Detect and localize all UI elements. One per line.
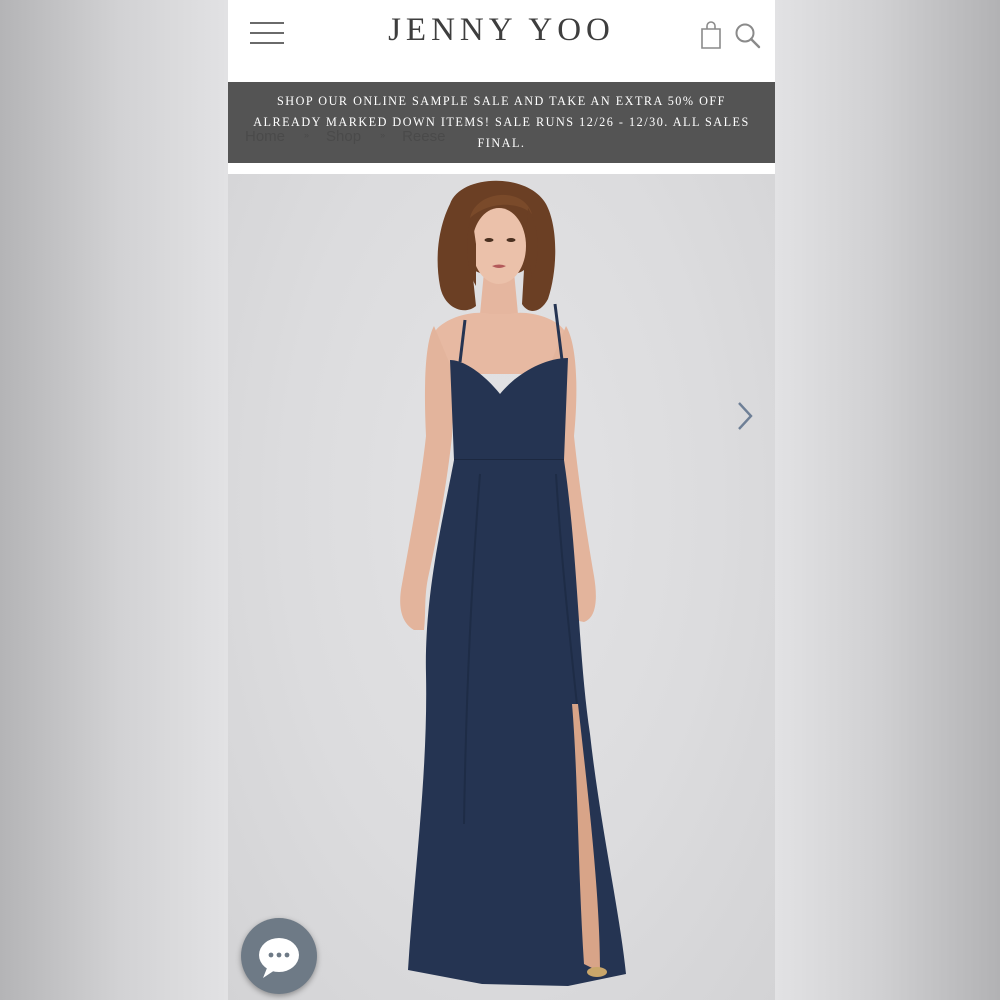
chat-bubble-icon xyxy=(259,938,299,978)
model-illustration xyxy=(400,180,626,986)
shopping-bag-icon[interactable] xyxy=(700,20,722,50)
product-photo[interactable] xyxy=(228,174,775,1000)
mobile-page: JENNY YOO SHOP OUR ONLINE SAMPLE SALE AN… xyxy=(228,0,775,1000)
chat-button[interactable] xyxy=(241,918,317,994)
breadcrumb-current: Reese xyxy=(402,128,446,145)
divider xyxy=(228,163,775,174)
search-icon[interactable] xyxy=(734,22,762,50)
site-header: JENNY YOO xyxy=(228,0,775,82)
next-image-chevron-right-icon[interactable] xyxy=(732,399,756,433)
breadcrumb-separator: » xyxy=(304,130,310,140)
breadcrumb-home[interactable]: Home xyxy=(245,128,285,145)
breadcrumb-separator: » xyxy=(380,130,386,140)
sale-announcement-banner[interactable]: SHOP OUR ONLINE SAMPLE SALE AND TAKE AN … xyxy=(228,82,775,163)
breadcrumb: Home » Shop » Reese xyxy=(245,128,445,145)
brand-logo[interactable]: JENNY YOO xyxy=(228,12,775,49)
breadcrumb-shop[interactable]: Shop xyxy=(326,128,361,145)
